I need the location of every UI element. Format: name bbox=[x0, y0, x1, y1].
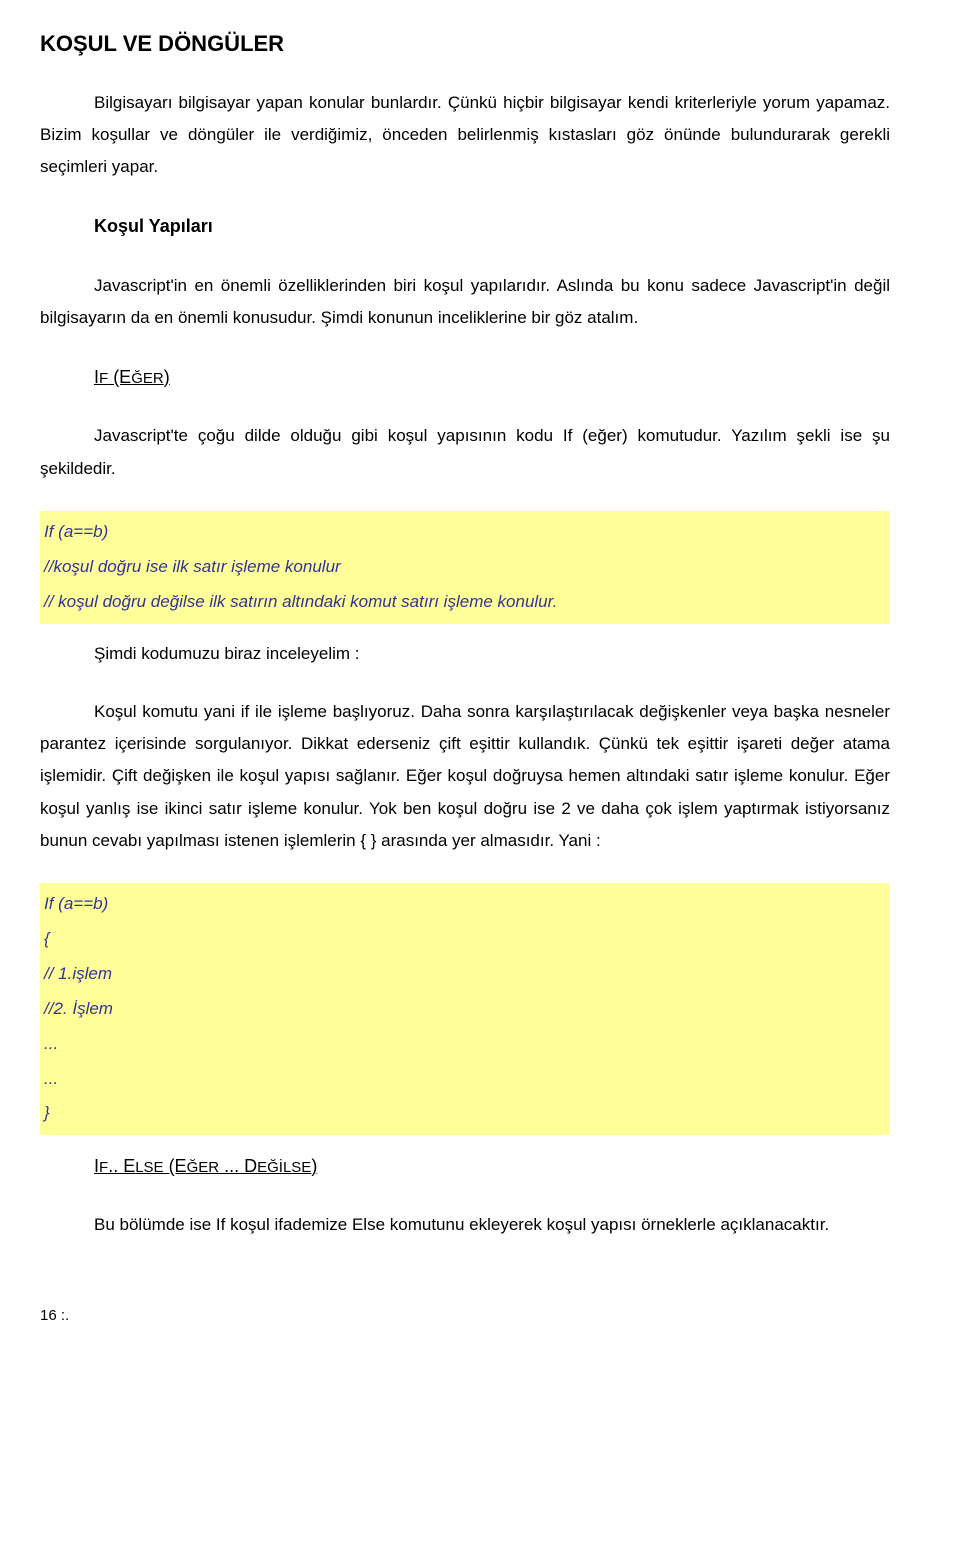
paragraph-2: Javascript'in en önemli özelliklerinden … bbox=[40, 270, 890, 335]
intro-paragraph: Bilgisayarı bilgisayar yapan konular bun… bbox=[40, 87, 890, 184]
code-line: { bbox=[44, 922, 886, 957]
code-line: // 1.işlem bbox=[44, 957, 886, 992]
page-footer: 16 :. bbox=[40, 1302, 890, 1331]
code-line: //koşul doğru ise ilk satır işleme konul… bbox=[44, 550, 886, 585]
code-line: // koşul doğru değilse ilk satırın altın… bbox=[44, 585, 886, 620]
after-code-text: Şimdi kodumuzu biraz inceleyelim : bbox=[94, 638, 890, 670]
paragraph-5: Bu bölümde ise If koşul ifademize Else k… bbox=[40, 1209, 890, 1241]
code-block-2: If (a==b) { // 1.işlem //2. İşlem ... ..… bbox=[40, 883, 890, 1135]
code-line: //2. İşlem bbox=[44, 992, 886, 1027]
subheading-if: IF (EĞER) bbox=[94, 360, 890, 394]
paragraph-3: Javascript'te çoğu dilde olduğu gibi koş… bbox=[40, 420, 890, 485]
if-else-heading-text: IF.. ELSE (EĞER ... DEĞİLSE) bbox=[94, 1156, 317, 1176]
subheading-if-else: IF.. ELSE (EĞER ... DEĞİLSE) bbox=[94, 1149, 890, 1183]
paragraph-4: Koşul komutu yani if ile işleme başlıyor… bbox=[40, 696, 890, 857]
code-line: If (a==b) bbox=[44, 515, 886, 550]
code-block-1: If (a==b) //koşul doğru ise ilk satır iş… bbox=[40, 511, 890, 624]
main-heading: KOŞUL VE DÖNGÜLER bbox=[40, 30, 890, 59]
subheading-kosul-yapilari: Koşul Yapıları bbox=[94, 209, 890, 243]
code-line: ... bbox=[44, 1027, 886, 1062]
code-line: If (a==b) bbox=[44, 887, 886, 922]
code-line: } bbox=[44, 1096, 886, 1131]
code-line: ... bbox=[44, 1062, 886, 1097]
if-heading-text: IF (EĞER) bbox=[94, 367, 170, 387]
